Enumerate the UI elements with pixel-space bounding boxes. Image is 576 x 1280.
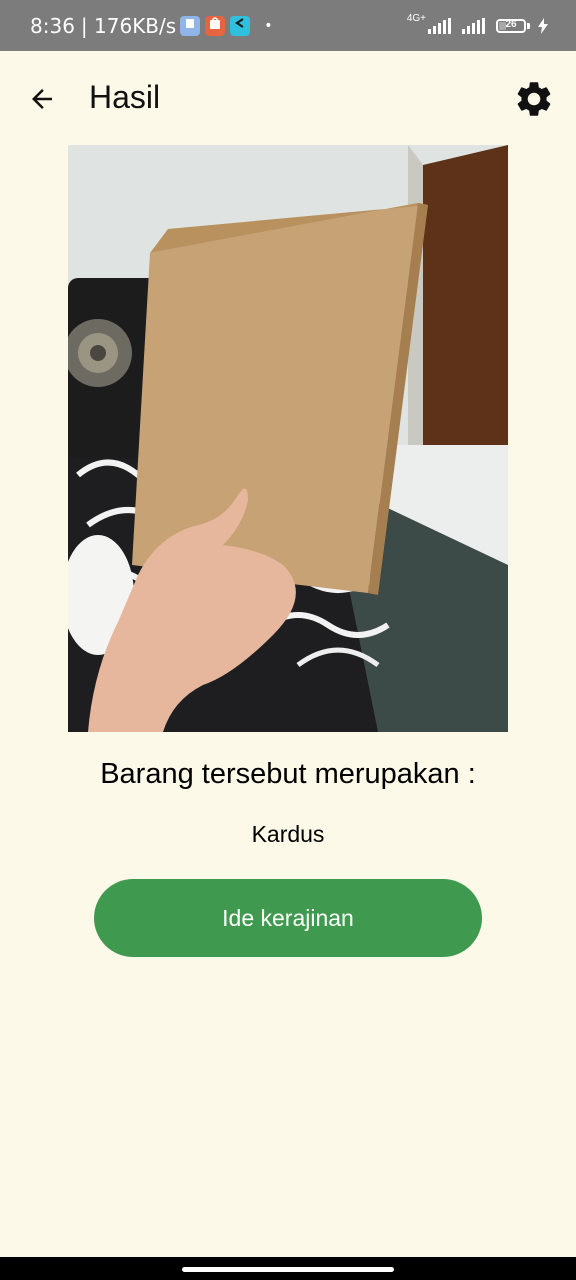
charging-icon	[538, 17, 548, 34]
network-type: 4G+	[406, 13, 426, 24]
status-time: 8:36	[30, 13, 75, 38]
back-button[interactable]	[14, 71, 70, 127]
battery-tip	[527, 22, 530, 29]
status-bar: 8:36 | 176KB/s • 4G+ 26	[0, 0, 576, 51]
settings-button[interactable]	[506, 71, 562, 127]
status-net-speed: | 176KB/s	[80, 13, 177, 38]
notification-app-icon	[180, 15, 201, 36]
s-app-icon	[230, 15, 251, 36]
result-heading: Barang tersebut merupakan :	[100, 758, 476, 790]
shopping-bag-icon	[205, 15, 226, 36]
home-gesture-handle[interactable]	[182, 1267, 394, 1272]
result-value: Kardus	[251, 821, 325, 847]
status-right: 4G+ 26	[407, 0, 548, 51]
status-left: 8:36 | 176KB/s •	[30, 0, 272, 51]
more-notifications-dot: •	[264, 17, 273, 34]
signal-icon	[428, 17, 451, 34]
navigation-bar	[0, 1257, 576, 1280]
signal-icon-2	[462, 17, 485, 34]
arrow-left-icon	[32, 89, 52, 109]
captured-photo	[68, 145, 508, 732]
app-bar: Hasil	[0, 51, 576, 147]
battery-icon: 26	[496, 18, 526, 33]
craft-ideas-button[interactable]: Ide kerajinan	[94, 879, 482, 957]
gear-icon	[517, 82, 551, 116]
battery-level: 26	[505, 18, 517, 30]
page-title: Hasil	[89, 79, 161, 115]
